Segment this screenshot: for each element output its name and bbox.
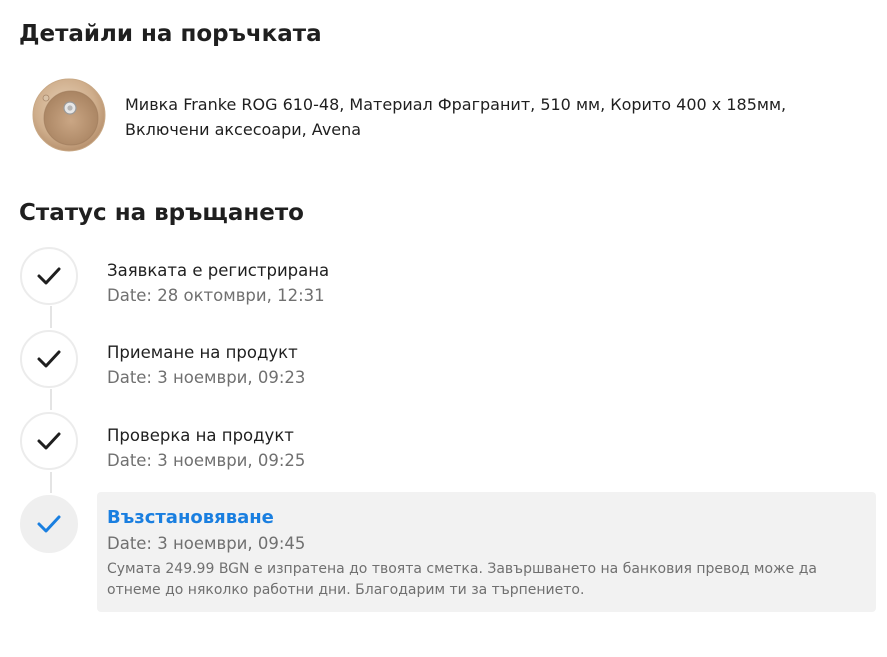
checkmark-icon <box>37 350 61 368</box>
step-status-circle <box>20 412 78 470</box>
step-status-circle-active <box>20 495 78 553</box>
timeline-connector <box>50 389 52 410</box>
checkmark-icon <box>37 267 61 285</box>
step-description: Сумата 249.99 BGN е изпратена до твоята … <box>107 561 817 598</box>
step-status-circle <box>20 247 78 305</box>
active-step-title: Възстановяване <box>107 507 274 528</box>
step-status-circle <box>20 330 78 388</box>
timeline-connector <box>50 472 52 493</box>
step-date: Date: 3 ноември, 09:45 <box>107 534 306 553</box>
return-status-timeline: Заявката е регистрирана Date: 28 октомвр… <box>0 0 887 657</box>
step-date: Date: 28 октомври, 12:31 <box>107 286 325 305</box>
timeline-connector <box>50 306 52 328</box>
step-title: Заявката е регистрирана <box>107 261 330 280</box>
step-date: Date: 3 ноември, 09:23 <box>107 368 306 387</box>
timeline-step: Заявката е регистрирана Date: 28 октомвр… <box>107 260 329 307</box>
return-details-page: Детайли на поръчката Мивка Franke ROG 61… <box>0 0 887 657</box>
timeline-step: Приемане на продукт Date: 3 ноември, 09:… <box>107 342 305 389</box>
step-title: Проверка на продукт <box>107 426 294 445</box>
timeline-step: Проверка на продукт Date: 3 ноември, 09:… <box>107 425 305 472</box>
active-step-panel: Възстановяване Date: 3 ноември, 09:45 Су… <box>97 492 876 612</box>
checkmark-icon <box>37 515 61 533</box>
checkmark-icon <box>37 432 61 450</box>
step-title: Приемане на продукт <box>107 343 298 362</box>
step-date: Date: 3 ноември, 09:25 <box>107 451 306 470</box>
